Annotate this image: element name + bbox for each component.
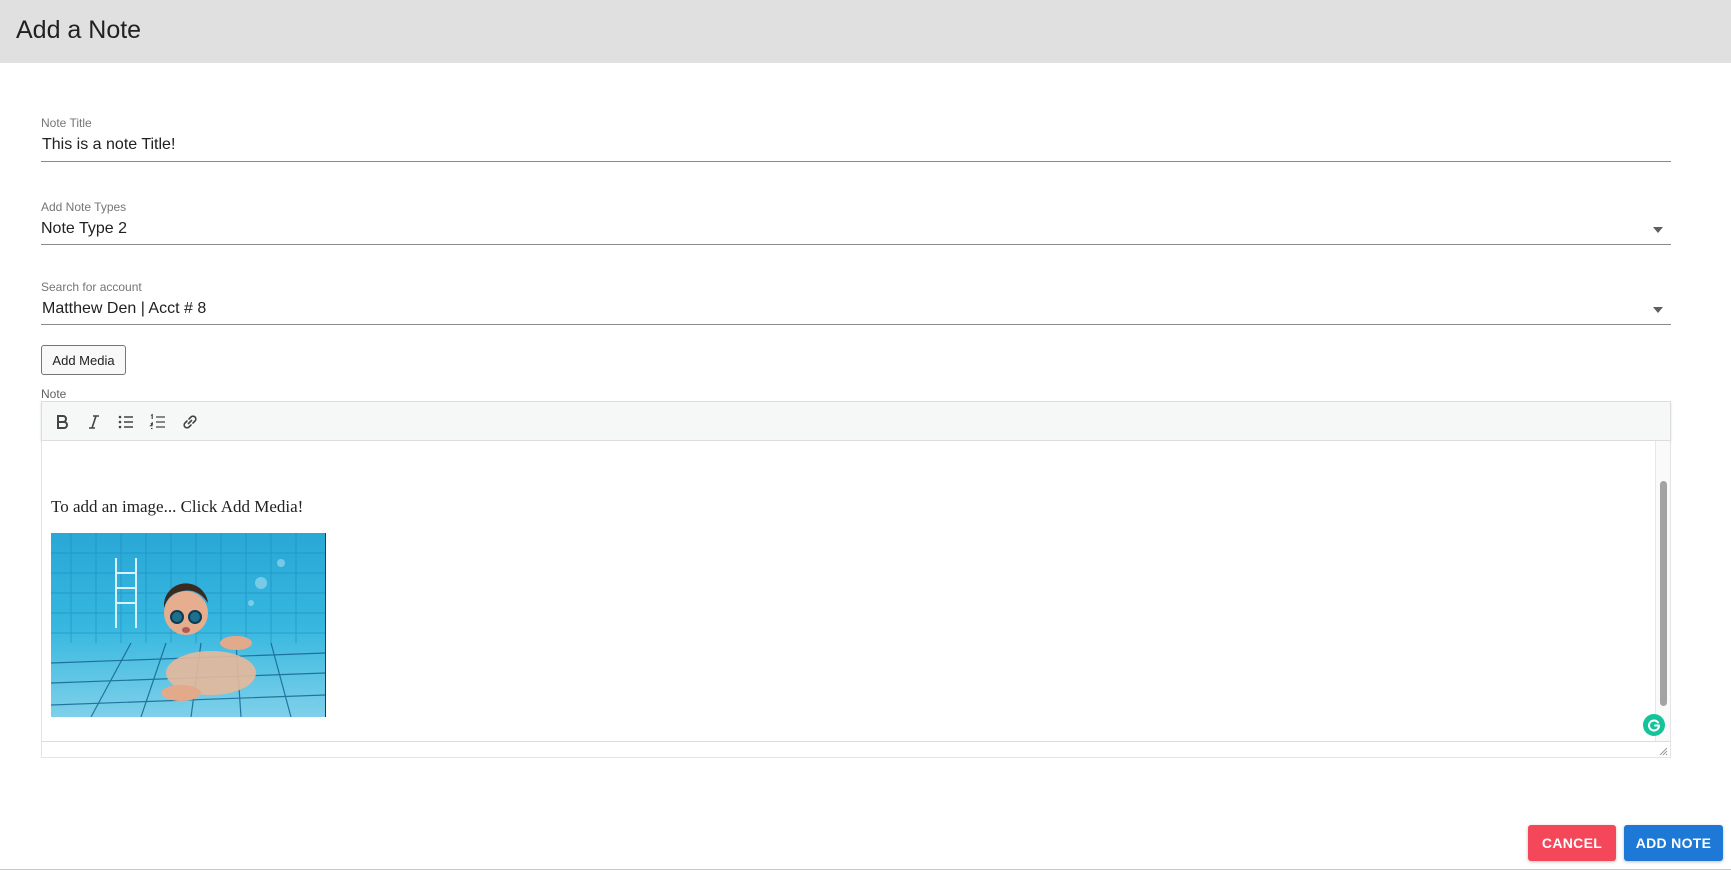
editor-scrollbar[interactable] xyxy=(1655,441,1670,741)
note-title-field[interactable]: Note Title This is a note Title! xyxy=(41,116,1671,162)
note-editor: To add an image... Click Add Media! xyxy=(41,401,1671,758)
resize-handle-icon[interactable] xyxy=(1658,746,1668,756)
scrollbar-thumb[interactable] xyxy=(1660,481,1667,706)
dialog-header: Add a Note xyxy=(0,0,1731,63)
bold-icon[interactable] xyxy=(48,408,76,436)
add-note-dialog: Add a Note Note Title This is a note Tit… xyxy=(0,0,1731,870)
note-types-value: Note Type 2 xyxy=(41,220,127,237)
chevron-down-icon[interactable] xyxy=(1653,227,1663,233)
editor-toolbar xyxy=(41,401,1671,441)
editor-statusbar xyxy=(41,741,1671,758)
chevron-down-icon[interactable] xyxy=(1653,307,1663,313)
note-types-label: Add Note Types xyxy=(41,200,127,214)
dialog-title: Add a Note xyxy=(16,16,142,44)
note-types-select[interactable]: Add Note Types Note Type 2 xyxy=(41,200,1671,245)
add-note-button[interactable]: ADD NOTE xyxy=(1624,825,1723,861)
grammarly-icon[interactable] xyxy=(1643,714,1665,736)
pool-photo xyxy=(51,533,326,717)
account-search-select[interactable]: Search for account Matthew Den | Acct # … xyxy=(41,280,1671,325)
account-search-input[interactable]: Matthew Den | Acct # 8 xyxy=(42,300,206,318)
note-title-label: Note Title xyxy=(41,116,92,130)
note-label: Note xyxy=(41,387,67,401)
editor-content[interactable]: To add an image... Click Add Media! xyxy=(41,441,1671,741)
numbered-list-icon[interactable] xyxy=(144,408,172,436)
account-search-label: Search for account xyxy=(41,280,142,294)
note-body-text: To add an image... Click Add Media! xyxy=(51,497,304,516)
bullet-list-icon[interactable] xyxy=(112,408,140,436)
link-icon[interactable] xyxy=(176,408,204,436)
italic-icon[interactable] xyxy=(80,408,108,436)
note-title-input[interactable]: This is a note Title! xyxy=(42,136,175,154)
cancel-button[interactable]: CANCEL xyxy=(1528,825,1616,861)
add-media-button[interactable]: Add Media xyxy=(41,345,126,375)
